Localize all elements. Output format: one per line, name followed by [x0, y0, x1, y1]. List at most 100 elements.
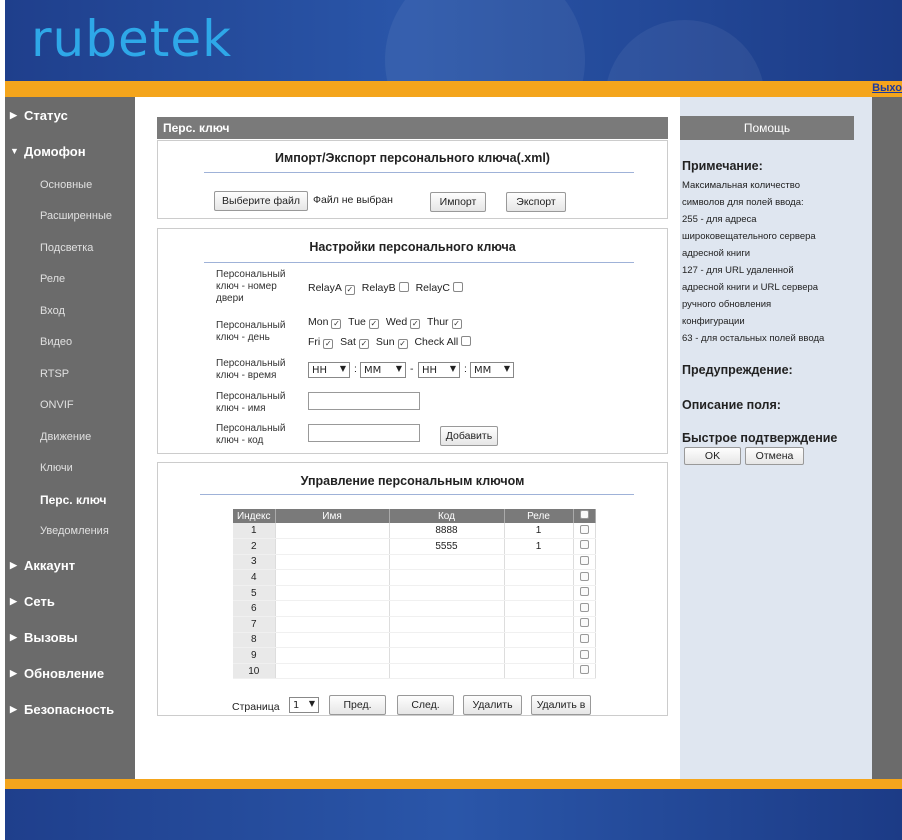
row-checkbox[interactable]	[579, 649, 589, 659]
relay-checkboxes: RelayA RelayB RelayC	[308, 282, 467, 295]
no-file-text: Файл не выбран	[313, 194, 393, 206]
select-all-checkbox[interactable]	[579, 510, 589, 519]
delete-all-button[interactable]: Удалить в	[531, 695, 591, 715]
cell-index: 8	[233, 632, 276, 649]
key-name-input[interactable]	[308, 392, 420, 410]
row-checkbox[interactable]	[579, 618, 589, 628]
time-label: Персональный ключ - время	[216, 358, 286, 381]
row-checkbox[interactable]	[579, 555, 589, 565]
row-checkbox[interactable]	[579, 665, 589, 675]
choose-file-button[interactable]: Выберите файл	[214, 191, 308, 211]
cell-select	[573, 647, 596, 664]
sidebar-subitem[interactable]: Видео	[10, 327, 135, 359]
checkbox-label: Check All	[414, 336, 459, 348]
checkbox[interactable]	[398, 282, 409, 292]
cell-relay	[504, 616, 574, 633]
sidebar-item[interactable]: ▶ Сеть	[10, 583, 135, 619]
sidebar-subitem[interactable]: Подсветка	[10, 232, 135, 264]
prev-button[interactable]: Пред.	[329, 695, 386, 715]
time-dash: -	[410, 363, 414, 375]
sidebar-item[interactable]: ▶ Обновление	[10, 655, 135, 691]
cell-select	[573, 538, 596, 555]
sidebar-subitem[interactable]: RTSP	[10, 358, 135, 390]
day-label: Персональный ключ - день	[216, 320, 286, 343]
start-minute-select[interactable]: MM ▼	[360, 362, 406, 378]
page-select[interactable]: 1 ▼	[289, 697, 319, 713]
cell-name	[275, 663, 390, 680]
sidebar-item[interactable]: ▶ Безопасность	[10, 691, 135, 727]
note-line: 255 - для адреса	[682, 214, 757, 225]
cancel-button[interactable]: Отмена	[745, 447, 804, 465]
chevron-down-icon: ▼	[449, 364, 456, 373]
row-checkbox[interactable]	[579, 602, 589, 612]
checkbox[interactable]	[453, 282, 463, 292]
import-export-panel: Импорт/Экспорт персонального ключа(.xml)…	[157, 140, 668, 219]
checkbox[interactable]	[323, 339, 334, 349]
delete-button[interactable]: Удалить	[463, 695, 522, 715]
next-button[interactable]: След.	[397, 695, 454, 715]
table-row[interactable]: 10	[233, 663, 596, 680]
end-hour-select[interactable]: HH ▼	[418, 362, 460, 378]
row-checkbox[interactable]	[579, 571, 589, 581]
checkbox[interactable]	[358, 339, 369, 349]
checkbox[interactable]	[451, 319, 462, 329]
export-button[interactable]: Экспорт	[506, 192, 566, 212]
sidebar-subitem[interactable]: Движение	[10, 421, 135, 453]
checkbox[interactable]	[368, 319, 379, 329]
sidebar-subitem[interactable]: Уведомления	[10, 516, 135, 548]
start-hour-select[interactable]: HH ▼	[308, 362, 350, 378]
sidebar-item[interactable]: ▶ Аккаунт	[10, 547, 135, 583]
checkbox[interactable]	[397, 339, 408, 349]
end-minute-value: MM	[474, 364, 492, 376]
checkbox[interactable]	[331, 319, 342, 329]
import-export-title: Импорт/Экспорт персонального ключа(.xml)	[275, 151, 550, 165]
checkbox-label: Sat	[340, 336, 356, 348]
title-divider	[204, 262, 634, 263]
end-minute-select[interactable]: MM ▼	[470, 362, 514, 378]
cell-index: 10	[233, 663, 276, 680]
row-checkbox[interactable]	[579, 524, 589, 534]
checkbox-label: RelayB	[361, 282, 396, 294]
checkbox[interactable]	[461, 336, 472, 346]
import-button[interactable]: Импорт	[430, 192, 486, 212]
sidebar-subitem[interactable]: ONVIF	[10, 390, 135, 422]
add-button[interactable]: Добавить	[440, 426, 498, 446]
sidebar-subitem[interactable]: Ключи	[10, 453, 135, 485]
sidebar-item[interactable]: ▼ Домофон	[10, 133, 135, 169]
table-row[interactable]: 3	[233, 554, 596, 571]
key-settings-panel: Настройки персонального ключа Персональн…	[157, 228, 668, 454]
table-row[interactable]: 6	[233, 600, 596, 618]
row-checkbox[interactable]	[579, 633, 589, 643]
sidebar-subitem[interactable]: Основные	[10, 169, 135, 201]
logout-link[interactable]: Выхо	[872, 82, 902, 94]
sidebar-subitem[interactable]: Реле	[10, 264, 135, 296]
sidebar-subitem[interactable]: Вход	[10, 295, 135, 327]
title-divider	[200, 494, 634, 495]
sidebar-item[interactable]: ▶ Статус	[10, 97, 135, 133]
cell-code	[389, 616, 505, 633]
cell-select	[573, 523, 596, 540]
sidebar-subitem[interactable]: Перс. ключ	[10, 484, 135, 516]
table-row[interactable]: 4	[233, 569, 596, 586]
table-row[interactable]: 2 5555 1	[233, 538, 596, 555]
row-checkbox[interactable]	[579, 540, 589, 550]
ok-button[interactable]: OK	[684, 447, 741, 465]
table-row[interactable]: 5	[233, 585, 596, 602]
table-row[interactable]: 7	[233, 616, 596, 633]
note-line: Максимальная количество	[682, 180, 800, 191]
checkbox[interactable]	[344, 285, 355, 295]
sidebar-subitem[interactable]: Расширенные	[10, 201, 135, 233]
checkbox[interactable]	[410, 319, 421, 329]
table-row[interactable]: 1 8888 1	[233, 523, 596, 540]
cell-relay	[504, 632, 574, 649]
sidebar-item[interactable]: ▶ Вызовы	[10, 619, 135, 655]
sidebar-item-label: Домофон	[24, 143, 86, 159]
checkbox-label: RelayC	[415, 282, 450, 294]
table-row[interactable]: 8	[233, 632, 596, 649]
cell-relay: 1	[504, 538, 574, 555]
cell-index: 1	[233, 523, 276, 540]
cell-relay	[504, 663, 574, 680]
table-row[interactable]: 9	[233, 647, 596, 664]
key-code-input[interactable]	[308, 424, 420, 442]
row-checkbox[interactable]	[579, 587, 589, 597]
